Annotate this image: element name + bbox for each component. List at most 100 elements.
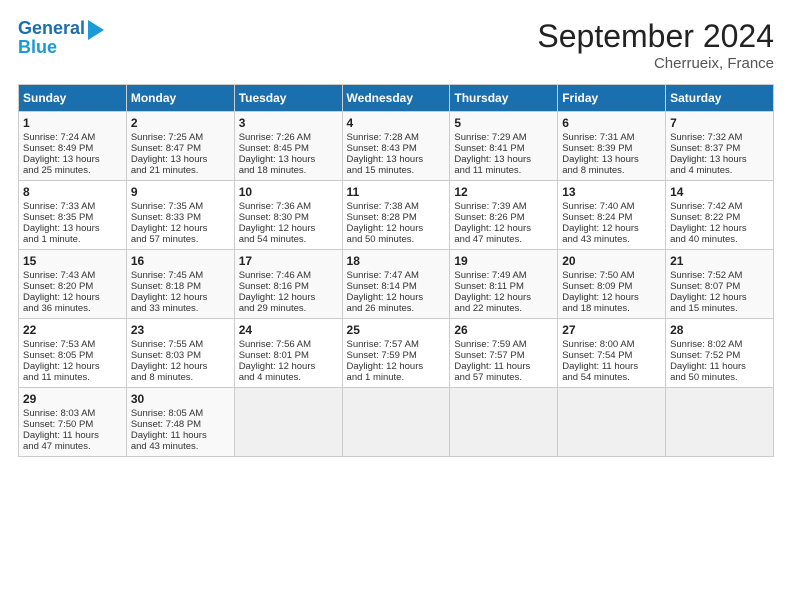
- daylight-text: Daylight: 12 hours: [670, 292, 747, 303]
- calendar-week-row: 15Sunrise: 7:43 AMSunset: 8:20 PMDayligh…: [19, 250, 774, 319]
- calendar-week-row: 1Sunrise: 7:24 AMSunset: 8:49 PMDaylight…: [19, 112, 774, 181]
- logo-arrow-icon: [88, 20, 104, 40]
- logo-text: General: [18, 19, 85, 39]
- sunrise-text: Sunrise: 7:55 AM: [131, 339, 203, 350]
- daylight-text: and 50 minutes.: [670, 372, 738, 383]
- table-row: 6Sunrise: 7:31 AMSunset: 8:39 PMDaylight…: [558, 112, 666, 181]
- day-number: 29: [23, 392, 122, 406]
- sunrise-text: Sunrise: 7:42 AM: [670, 201, 742, 212]
- day-number: 10: [239, 185, 338, 199]
- daylight-text: and 1 minute.: [347, 372, 405, 383]
- daylight-text: Daylight: 11 hours: [562, 361, 638, 372]
- day-number: 26: [454, 323, 553, 337]
- daylight-text: Daylight: 12 hours: [347, 292, 424, 303]
- sunrise-text: Sunrise: 7:56 AM: [239, 339, 311, 350]
- daylight-text: and 57 minutes.: [454, 372, 522, 383]
- daylight-text: and 8 minutes.: [131, 372, 193, 383]
- header: General Blue September 2024 Cherrueix, F…: [18, 18, 774, 72]
- day-number: 23: [131, 323, 230, 337]
- daylight-text: Daylight: 13 hours: [23, 223, 100, 234]
- daylight-text: Daylight: 13 hours: [131, 154, 208, 165]
- daylight-text: Daylight: 12 hours: [670, 223, 747, 234]
- col-saturday: Saturday: [666, 85, 774, 112]
- sunset-text: Sunset: 8:05 PM: [23, 350, 93, 361]
- sunrise-text: Sunrise: 7:26 AM: [239, 132, 311, 143]
- daylight-text: and 47 minutes.: [454, 234, 522, 245]
- day-number: 6: [562, 116, 661, 130]
- sunrise-text: Sunrise: 7:50 AM: [562, 270, 634, 281]
- sunrise-text: Sunrise: 7:43 AM: [23, 270, 95, 281]
- day-number: 4: [347, 116, 446, 130]
- calendar-week-row: 22 Sunrise: 7:53 AMSunset: 8:05 PM Dayligh…: [19, 319, 774, 388]
- sunrise-text: Sunrise: 7:57 AM: [347, 339, 419, 350]
- day-number: 2: [131, 116, 230, 130]
- daylight-text: Daylight: 13 hours: [23, 154, 100, 165]
- daylight-text: Daylight: 12 hours: [562, 292, 639, 303]
- daylight-text: and 26 minutes.: [347, 303, 415, 314]
- daylight-text: and 11 minutes.: [23, 372, 90, 383]
- day-number: 13: [562, 185, 661, 199]
- sunset-text: Sunset: 8:07 PM: [670, 281, 740, 292]
- sunrise-text: Sunrise: 7:53 AM: [23, 339, 95, 350]
- sunrise-text: Sunrise: 8:02 AM: [670, 339, 742, 350]
- table-row: [342, 388, 450, 457]
- sunrise-text: Sunrise: 7:31 AM: [562, 132, 634, 143]
- table-row: 7Sunrise: 7:32 AMSunset: 8:37 PMDaylight…: [666, 112, 774, 181]
- day-number: 24: [239, 323, 338, 337]
- daylight-text: and 54 minutes.: [562, 372, 630, 383]
- day-number: 15: [23, 254, 122, 268]
- sunset-text: Sunset: 8:33 PM: [131, 212, 201, 223]
- day-number: 7: [670, 116, 769, 130]
- sunset-text: Sunset: 8:45 PM: [239, 143, 309, 154]
- table-row: 24Sunrise: 7:56 AMSunset: 8:01 PMDayligh…: [234, 319, 342, 388]
- daylight-text: Daylight: 12 hours: [23, 292, 100, 303]
- daylight-text: and 22 minutes.: [454, 303, 522, 314]
- sunset-text: Sunset: 8:26 PM: [454, 212, 524, 223]
- table-row: [234, 388, 342, 457]
- table-row: 26Sunrise: 7:59 AMSunset: 7:57 PMDayligh…: [450, 319, 558, 388]
- daylight-text: Daylight: 12 hours: [454, 292, 531, 303]
- daylight-text: and 1 minute.: [23, 234, 81, 245]
- daylight-text: and 4 minutes.: [670, 165, 732, 176]
- day-number: 11: [347, 185, 446, 199]
- sunrise-text: Sunrise: 7:38 AM: [347, 201, 419, 212]
- logo-blue-text: Blue: [18, 38, 57, 58]
- day-number: 20: [562, 254, 661, 268]
- daylight-text: and 8 minutes.: [562, 165, 624, 176]
- sunset-text: Sunset: 8:30 PM: [239, 212, 309, 223]
- day-number: 30: [131, 392, 230, 406]
- daylight-text: Daylight: 12 hours: [131, 361, 208, 372]
- title-block: September 2024 Cherrueix, France: [537, 18, 774, 72]
- col-sunday: Sunday: [19, 85, 127, 112]
- daylight-text: Daylight: 13 hours: [562, 154, 639, 165]
- sunrise-text: Sunrise: 7:49 AM: [454, 270, 526, 281]
- day-number: 25: [347, 323, 446, 337]
- sunrise-text: Sunrise: 7:40 AM: [562, 201, 634, 212]
- daylight-text: Daylight: 12 hours: [131, 223, 208, 234]
- table-row: 9Sunrise: 7:35 AMSunset: 8:33 PMDaylight…: [126, 181, 234, 250]
- daylight-text: and 29 minutes.: [239, 303, 307, 314]
- daylight-text: Daylight: 12 hours: [454, 223, 531, 234]
- table-row: 28Sunrise: 8:02 AMSunset: 7:52 PMDayligh…: [666, 319, 774, 388]
- day-number: 1: [23, 116, 122, 130]
- table-row: 19Sunrise: 7:49 AMSunset: 8:11 PMDayligh…: [450, 250, 558, 319]
- day-number: 22: [23, 323, 122, 337]
- sunrise-text: Sunrise: 7:24 AM: [23, 132, 95, 143]
- table-row: 27Sunrise: 8:00 AMSunset: 7:54 PMDayligh…: [558, 319, 666, 388]
- table-row: 17Sunrise: 7:46 AMSunset: 8:16 PMDayligh…: [234, 250, 342, 319]
- sunset-text: Sunset: 8:22 PM: [670, 212, 740, 223]
- table-row: 5Sunrise: 7:29 AMSunset: 8:41 PMDaylight…: [450, 112, 558, 181]
- day-number: 19: [454, 254, 553, 268]
- table-row: [558, 388, 666, 457]
- daylight-text: Daylight: 11 hours: [23, 430, 99, 441]
- table-row: 4Sunrise: 7:28 AMSunset: 8:43 PMDaylight…: [342, 112, 450, 181]
- table-row: 30Sunrise: 8:05 AMSunset: 7:48 PMDayligh…: [126, 388, 234, 457]
- sunset-text: Sunset: 8:14 PM: [347, 281, 417, 292]
- sunset-text: Sunset: 7:50 PM: [23, 419, 93, 430]
- daylight-text: Daylight: 11 hours: [131, 430, 207, 441]
- daylight-text: Daylight: 13 hours: [347, 154, 424, 165]
- daylight-text: and 43 minutes.: [131, 441, 199, 452]
- table-row: 2Sunrise: 7:25 AMSunset: 8:47 PMDaylight…: [126, 112, 234, 181]
- sunrise-text: Sunrise: 7:28 AM: [347, 132, 419, 143]
- sunset-text: Sunset: 8:41 PM: [454, 143, 524, 154]
